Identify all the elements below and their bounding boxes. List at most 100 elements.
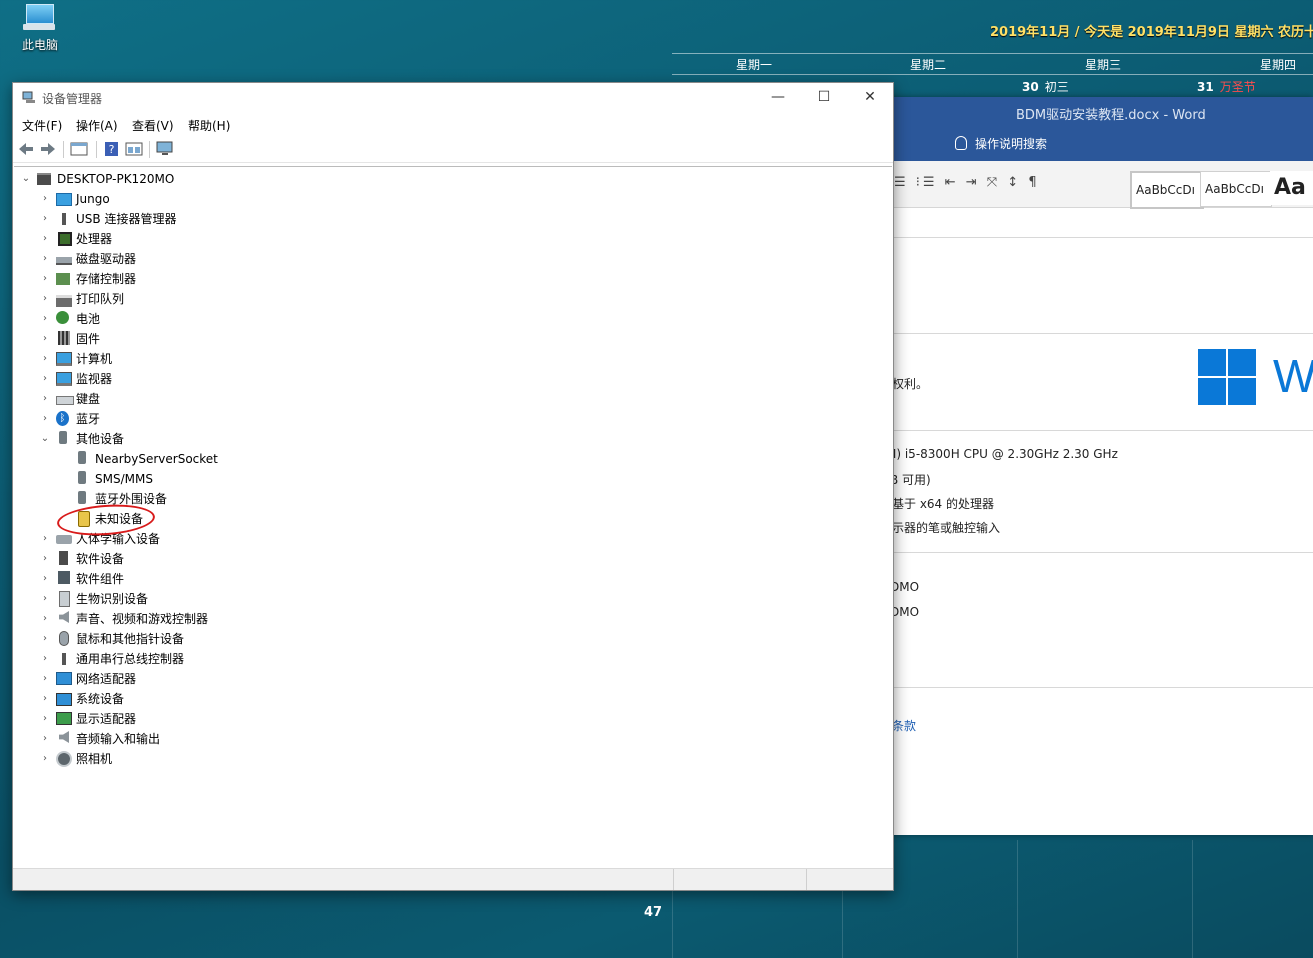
chevron-right-icon[interactable]: ›: [39, 709, 51, 729]
help-icon[interactable]: ?: [103, 141, 121, 157]
divider: [880, 430, 1313, 431]
minimize-button[interactable]: —: [755, 83, 801, 111]
chevron-right-icon[interactable]: ›: [39, 729, 51, 749]
chevron-right-icon[interactable]: ›: [39, 289, 51, 309]
desktop-icon-this-pc[interactable]: 此电脑: [14, 4, 66, 53]
terms-link[interactable]: 条款: [892, 717, 916, 734]
chevron-right-icon[interactable]: ›: [39, 669, 51, 689]
device-icon: [58, 232, 72, 246]
device-icon: [78, 451, 86, 464]
calendar-day-cell[interactable]: 31 万圣节: [1197, 78, 1256, 95]
menu-action[interactable]: 操作(A): [76, 117, 118, 134]
chevron-right-icon[interactable]: ›: [39, 549, 51, 569]
ram-text: B 可用): [890, 473, 931, 487]
weekday-label: 星期四: [1260, 58, 1297, 72]
chevron-right-icon[interactable]: ›: [39, 589, 51, 609]
tree-item-label: 键盘: [76, 392, 101, 406]
chevron-right-icon[interactable]: ›: [39, 309, 51, 329]
chevron-right-icon[interactable]: ›: [39, 389, 51, 409]
chevron-right-icon[interactable]: ›: [39, 609, 51, 629]
device-icon: [59, 551, 68, 565]
device-icon: [56, 372, 72, 386]
chevron-right-icon[interactable]: ›: [39, 229, 51, 249]
toolbar-separator: [63, 141, 64, 158]
menu-view[interactable]: 查看(V): [132, 117, 174, 134]
chevron-right-icon[interactable]: ›: [39, 249, 51, 269]
desktop-icon-label: 此电脑: [21, 38, 58, 52]
windows-logo-text: W: [1273, 350, 1313, 402]
style-normal[interactable]: AaBbCcDı: [1130, 171, 1204, 209]
device-icon: [56, 211, 72, 227]
style-heading[interactable]: Aa: [1270, 171, 1313, 205]
tree-item-label: 软件设备: [76, 552, 125, 566]
toolbar-separator: [96, 141, 97, 158]
forward-arrow-icon[interactable]: [39, 141, 57, 157]
chevron-right-icon[interactable]: ›: [39, 629, 51, 649]
view-icon[interactable]: [125, 141, 143, 157]
tree-item-label: 鼠标和其他指针设备: [76, 632, 185, 646]
chevron-right-icon[interactable]: ›: [39, 649, 51, 669]
device-icon: [56, 257, 72, 265]
properties-icon[interactable]: [70, 141, 88, 157]
device-icon: [59, 611, 69, 623]
divider: [880, 552, 1313, 553]
device-icon: [56, 535, 72, 544]
tree-item-label: Jungo: [76, 192, 110, 206]
tree-item-label: 生物识别设备: [76, 592, 149, 606]
window-title: 设备管理器: [42, 92, 103, 106]
device-name-text: DMO: [890, 605, 920, 619]
toolbar-separator: [149, 141, 150, 158]
cpu-text: M) i5-8300H CPU @ 2.30GHz 2.30 GHz: [886, 447, 1118, 461]
monitor-icon[interactable]: [156, 141, 174, 157]
tree-item-label: USB 连接器管理器: [76, 212, 177, 226]
tree-item-label: 音频输入和输出: [76, 732, 161, 746]
chevron-right-icon[interactable]: ›: [39, 329, 51, 349]
divider: [880, 333, 1313, 334]
chevron-right-icon[interactable]: ›: [39, 569, 51, 589]
tree-item-label: 处理器: [76, 232, 113, 246]
tree-item-label: 电池: [76, 312, 101, 326]
maximize-button[interactable]: ☐: [801, 83, 847, 111]
back-arrow-icon[interactable]: [17, 141, 35, 157]
style-no-spacing[interactable]: AaBbCcDı: [1200, 171, 1272, 207]
tree-root-label: DESKTOP-PK120MO: [57, 172, 175, 186]
device-icon: [56, 273, 70, 285]
arch-text: 基于 x64 的处理器: [892, 497, 995, 511]
chevron-right-icon[interactable]: ›: [39, 409, 51, 429]
weekday-label: 星期三: [1085, 58, 1122, 72]
tree-item-label: 软件组件: [76, 572, 125, 586]
chevron-right-icon[interactable]: ›: [39, 209, 51, 229]
chevron-right-icon[interactable]: ›: [39, 369, 51, 389]
calendar-date-line: 2019年11月 / 今天是 2019年11月9日 星期六 农历十月: [990, 25, 1313, 40]
chevron-right-icon[interactable]: ›: [39, 689, 51, 709]
word-title: BDM驱动安装教程.docx - Word: [1016, 108, 1206, 123]
device-icon: [56, 651, 72, 667]
calendar-day-cell[interactable]: 30 初三: [1022, 78, 1069, 95]
chevron-right-icon[interactable]: ›: [39, 189, 51, 209]
chevron-down-icon[interactable]: ⌄: [39, 429, 51, 449]
chevron-right-icon[interactable]: ›: [39, 349, 51, 369]
chevron-down-icon[interactable]: ⌄: [20, 169, 32, 189]
device-icon: [58, 331, 70, 345]
tell-me-search[interactable]: 操作说明搜索: [955, 135, 1047, 152]
chevron-right-icon[interactable]: ›: [39, 269, 51, 289]
menu-bar: 文件(F) 操作(A) 查看(V) 帮助(H): [13, 114, 893, 136]
device-manager-window[interactable]: 设备管理器 — ☐ ✕ 文件(F) 操作(A) 查看(V) 帮助(H) ? ⌄ …: [12, 82, 894, 891]
close-button[interactable]: ✕: [847, 83, 893, 111]
status-bar: [13, 868, 893, 890]
device-icon: [56, 751, 72, 767]
calendar-week-number: 47: [644, 905, 663, 920]
word-window[interactable]: BDM驱动安装教程.docx - Word 操作说明搜索 ☰ ⁝☰ ⇤ ⇥ ⤧ …: [880, 97, 1313, 835]
chevron-right-icon[interactable]: ›: [39, 529, 51, 549]
tree-item-label: 磁盘驱动器: [76, 252, 137, 266]
chevron-right-icon[interactable]: ›: [39, 749, 51, 769]
menu-file[interactable]: 文件(F): [22, 117, 62, 134]
tree-item-label: SMS/MMS: [95, 472, 153, 486]
menu-help[interactable]: 帮助(H): [188, 117, 230, 134]
tree-item-label: 存储控制器: [76, 272, 137, 286]
device-icon: [56, 693, 72, 706]
title-bar[interactable]: 设备管理器 — ☐ ✕: [13, 83, 893, 113]
tree-item-label: 显示适配器: [76, 712, 137, 726]
tree-item-label: 计算机: [76, 352, 113, 366]
paragraph-tools-icons[interactable]: ☰ ⁝☰ ⇤ ⇥ ⤧ ↕ ¶: [894, 175, 1040, 190]
